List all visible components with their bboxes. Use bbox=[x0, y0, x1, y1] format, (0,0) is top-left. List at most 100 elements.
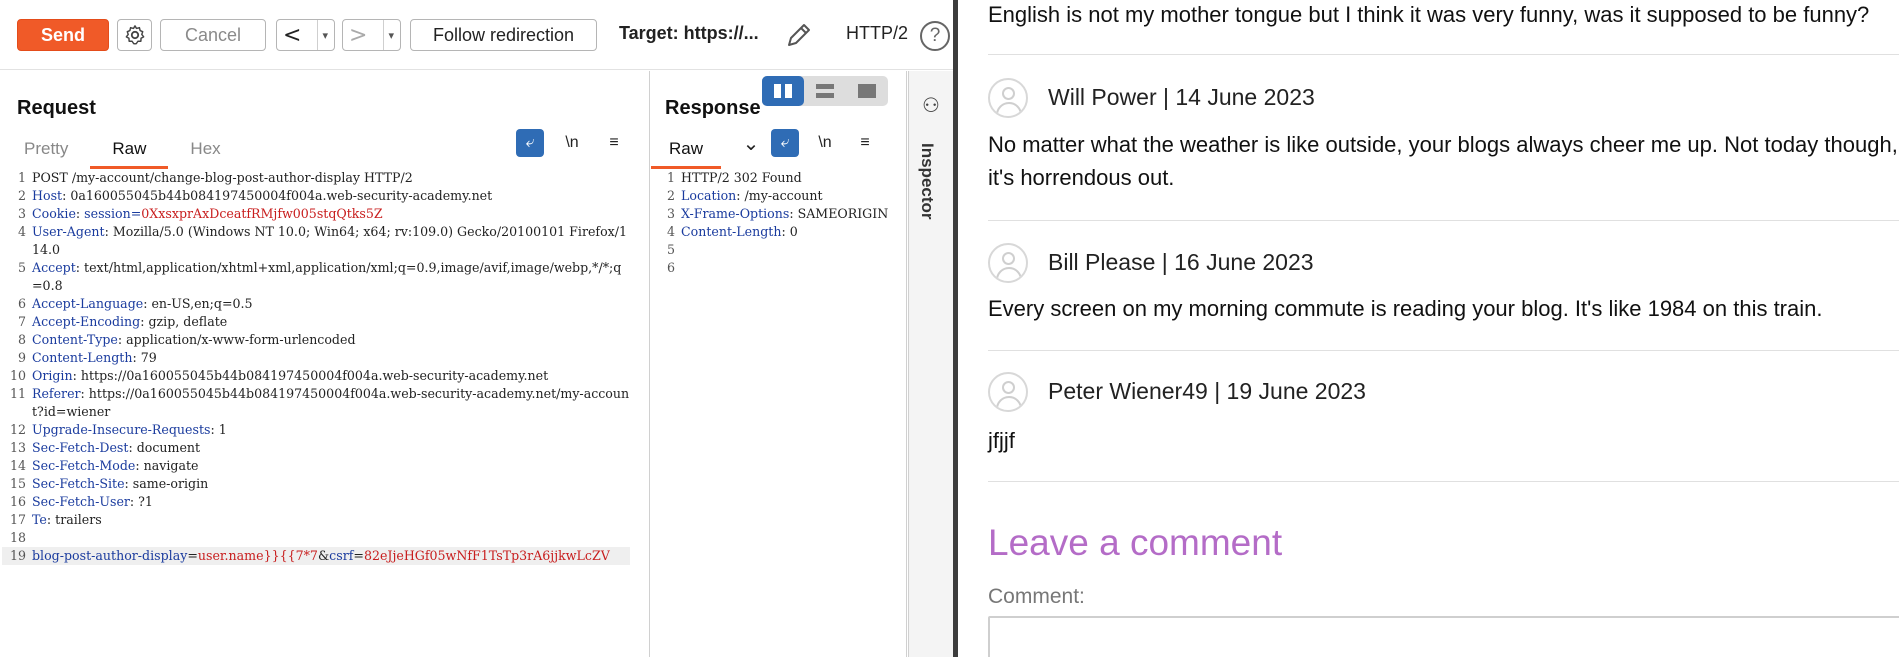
header-value: 79 bbox=[136, 350, 157, 365]
header-name: Accept-Encoding bbox=[32, 314, 141, 329]
target-label: Target: https://... bbox=[619, 23, 759, 43]
layout-side-by-side-button[interactable] bbox=[762, 76, 804, 106]
line-text: Te: trailers bbox=[32, 512, 102, 527]
back-arrow-icon: < bbox=[283, 22, 302, 48]
tab-pretty[interactable]: Pretty bbox=[2, 135, 90, 163]
header-value: navigate bbox=[139, 458, 199, 473]
send-button[interactable]: Send bbox=[17, 19, 109, 51]
header-name: Referer bbox=[32, 386, 81, 401]
editor-line: 3 X-Frame-Options: SAMEORIGIN bbox=[651, 205, 891, 223]
divider bbox=[988, 481, 1899, 482]
cancel-button[interactable]: Cancel bbox=[160, 19, 266, 51]
show-newlines-icon[interactable]: \n bbox=[558, 129, 586, 157]
header-value: gzip, deflate bbox=[144, 314, 228, 329]
line-text: X-Frame-Options: SAMEORIGIN bbox=[681, 206, 889, 221]
line-number: 9 bbox=[17, 350, 26, 365]
layout-tabs-button[interactable] bbox=[846, 76, 888, 106]
line-text: Content-Length: 79 bbox=[32, 350, 157, 365]
back-button[interactable]: < ▾ bbox=[276, 19, 335, 51]
help-icon[interactable]: ? bbox=[920, 21, 950, 51]
columns-icon bbox=[774, 84, 792, 98]
show-newlines-icon[interactable]: \n bbox=[811, 129, 839, 157]
editor-line: 4 User-Agent: Mozilla/5.0 (Windows NT 10.… bbox=[2, 223, 630, 259]
line-number: 10 bbox=[9, 368, 26, 383]
response-editor[interactable]: 1 HTTP/2 302 Found 2 Location: /my-account 3… bbox=[651, 169, 891, 277]
line-text: Sec-Fetch-Mode: navigate bbox=[32, 458, 199, 473]
tab-raw[interactable]: Raw bbox=[90, 135, 169, 169]
line-number: 15 bbox=[9, 476, 26, 491]
wrap-lines-icon[interactable]: ⤶ bbox=[771, 129, 799, 157]
editor-line: 15 Sec-Fetch-Site: same-origin bbox=[2, 475, 630, 493]
line-content: HTTP/2 302 Found bbox=[681, 170, 802, 185]
editor-line: 2 Host: 0a160055045b44b084197450004f004a.… bbox=[2, 187, 630, 205]
inspector-sidebar[interactable]: ⚇ Inspector bbox=[908, 71, 953, 657]
line-text bbox=[681, 259, 891, 277]
editor-line: 6 Accept-Language: en-US,en;q=0.5 bbox=[2, 295, 630, 313]
response-title: Response bbox=[665, 97, 761, 119]
request-pane: Request Pretty Raw Hex ⤶ \n ≡ 1 POST /my-… bbox=[0, 71, 650, 657]
header-name: Content-Length bbox=[32, 350, 133, 365]
wrap-lines-icon[interactable]: ⤶ bbox=[516, 129, 544, 157]
request-body-text: blog-post-author-display=user.name}}{{7*… bbox=[32, 548, 610, 563]
header-value: 0 bbox=[785, 224, 798, 239]
line-text: Content-Type: application/x-www-form-url… bbox=[32, 332, 356, 347]
comment-textarea[interactable] bbox=[988, 616, 1899, 657]
settings-button[interactable] bbox=[117, 19, 152, 51]
editor-line: 4 Content-Length: 0 bbox=[651, 223, 891, 241]
http-version-label[interactable]: HTTP/2 bbox=[846, 23, 908, 44]
header-name: Sec-Fetch-Site bbox=[32, 476, 125, 491]
divider bbox=[988, 54, 1899, 55]
forward-button[interactable]: > ▾ bbox=[342, 19, 401, 51]
comment-author: Will Power | 14 June 2023 bbox=[1048, 84, 1315, 110]
comment-text: it's horrendous out. bbox=[988, 165, 1175, 190]
header-name: Origin bbox=[32, 368, 73, 383]
line-text: Cookie: session=0XxsxprAxDceatfRMjfw005s… bbox=[32, 206, 383, 221]
tab-raw[interactable]: Raw bbox=[651, 135, 722, 169]
editor-line: 17 Te: trailers bbox=[2, 511, 630, 529]
header-name: Location bbox=[681, 188, 737, 203]
line-text: Referer: https://0a160055045b44b08419745… bbox=[32, 386, 630, 419]
line-number: 8 bbox=[17, 332, 26, 347]
line-number: 7 bbox=[17, 314, 26, 329]
editor-line: 13 Sec-Fetch-Dest: document bbox=[2, 439, 630, 457]
header-value: https://0a160055045b44b084197450004f004a… bbox=[76, 368, 549, 383]
divider bbox=[988, 350, 1899, 351]
header-name: Sec-Fetch-Dest bbox=[32, 440, 129, 455]
header-name: Cookie bbox=[32, 206, 76, 221]
back-history-dropdown[interactable]: ▾ bbox=[317, 20, 328, 50]
blog-page: English is not my mother tongue but I th… bbox=[963, 0, 1899, 657]
inspector-label[interactable]: Inspector bbox=[917, 143, 937, 220]
comment-text: Every screen on my morning commute is re… bbox=[988, 296, 1823, 321]
line-number: 6 bbox=[17, 296, 26, 311]
line-number: 13 bbox=[9, 440, 26, 455]
menu-icon[interactable]: ≡ bbox=[600, 129, 628, 157]
header-value: application/x-www-form-urlencoded bbox=[122, 332, 356, 347]
comment-author: Bill Please | 16 June 2023 bbox=[1048, 249, 1314, 275]
layout-stacked-button[interactable] bbox=[804, 76, 846, 106]
gear-icon bbox=[125, 25, 144, 45]
header-name: Content-Length bbox=[681, 224, 782, 239]
line-number: 6 bbox=[666, 260, 675, 275]
avatar bbox=[988, 372, 1028, 412]
editor-line: 5 bbox=[651, 241, 891, 259]
editor-line: 1 HTTP/2 302 Found bbox=[651, 169, 891, 187]
edit-target-button[interactable] bbox=[783, 19, 813, 51]
line-number: 2 bbox=[17, 188, 26, 203]
tab-hex[interactable]: Hex bbox=[168, 135, 242, 163]
forward-history-dropdown[interactable]: ▾ bbox=[383, 20, 394, 50]
header-value: document bbox=[132, 440, 201, 455]
line-number: 11 bbox=[9, 386, 26, 401]
editor-line: 2 Location: /my-account bbox=[651, 187, 891, 205]
editor-line: 5 Accept: text/html,application/xhtml+xml… bbox=[2, 259, 630, 295]
param-value: 82eJjeHGf05wNfF1TsTp3rA6jjkwLcZV bbox=[363, 548, 610, 563]
chevron-down-icon[interactable]: ⌄ bbox=[737, 129, 765, 157]
comment-text: English is not my mother tongue but I th… bbox=[988, 2, 1870, 27]
param-value: user.name}}{{7*7 bbox=[197, 548, 318, 563]
header-value: text/html,application/xhtml+xml,applicat… bbox=[32, 260, 622, 293]
burp-repeater-window: Send Cancel < ▾ > ▾ Follow redirection T… bbox=[0, 0, 958, 657]
forward-arrow-icon: > bbox=[349, 22, 368, 48]
follow-redirection-button[interactable]: Follow redirection bbox=[410, 19, 597, 51]
menu-icon[interactable]: ≡ bbox=[851, 129, 879, 157]
request-editor[interactable]: 1 POST /my-account/change-blog-post-autho… bbox=[2, 169, 630, 565]
line-text: Accept: text/html,application/xhtml+xml,… bbox=[32, 260, 622, 293]
